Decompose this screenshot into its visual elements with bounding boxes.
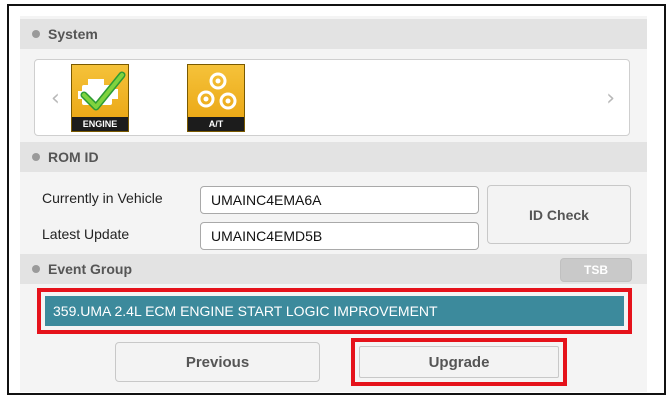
- event-section-title: Event Group: [48, 261, 133, 277]
- upgrade-panel: System ‹ ENGINE A/T › ROM ID Currently i…: [20, 16, 647, 392]
- upgrade-highlight-box: Upgrade: [351, 338, 567, 386]
- engine-check-icon: [78, 71, 126, 111]
- id-check-button[interactable]: ID Check: [487, 185, 631, 244]
- currently-in-vehicle-field: UMAINC4EMA6A: [200, 186, 479, 214]
- currently-in-vehicle-label: Currently in Vehicle: [42, 190, 163, 206]
- system-section-header: System: [20, 19, 647, 49]
- system-at-label: A/T: [188, 117, 244, 131]
- event-section-header: Event Group: [20, 254, 647, 284]
- latest-update-field: UMAINC4EMD5B: [200, 222, 479, 250]
- system-selector: ‹ ENGINE A/T ›: [34, 59, 630, 136]
- system-engine-label: ENGINE: [72, 117, 128, 131]
- rom-section-header: ROM ID: [20, 142, 647, 172]
- chevron-right-icon[interactable]: ›: [606, 86, 615, 111]
- system-at-button[interactable]: A/T: [187, 64, 245, 132]
- bullet-icon: [32, 265, 40, 273]
- event-highlight-box: 359.UMA 2.4L ECM ENGINE START LOGIC IMPR…: [37, 288, 632, 334]
- bullet-icon: [32, 30, 40, 38]
- system-section-title: System: [48, 26, 98, 42]
- event-list-item[interactable]: 359.UMA 2.4L ECM ENGINE START LOGIC IMPR…: [45, 296, 624, 326]
- upgrade-button[interactable]: Upgrade: [359, 346, 559, 378]
- latest-update-label: Latest Update: [42, 226, 130, 242]
- tsb-button[interactable]: TSB: [560, 258, 632, 282]
- bullet-icon: [32, 153, 40, 161]
- system-engine-button[interactable]: ENGINE: [71, 64, 129, 132]
- chevron-left-icon[interactable]: ‹: [51, 86, 60, 111]
- rom-section-title: ROM ID: [48, 149, 99, 165]
- gears-icon: [197, 72, 237, 110]
- previous-button[interactable]: Previous: [115, 342, 320, 382]
